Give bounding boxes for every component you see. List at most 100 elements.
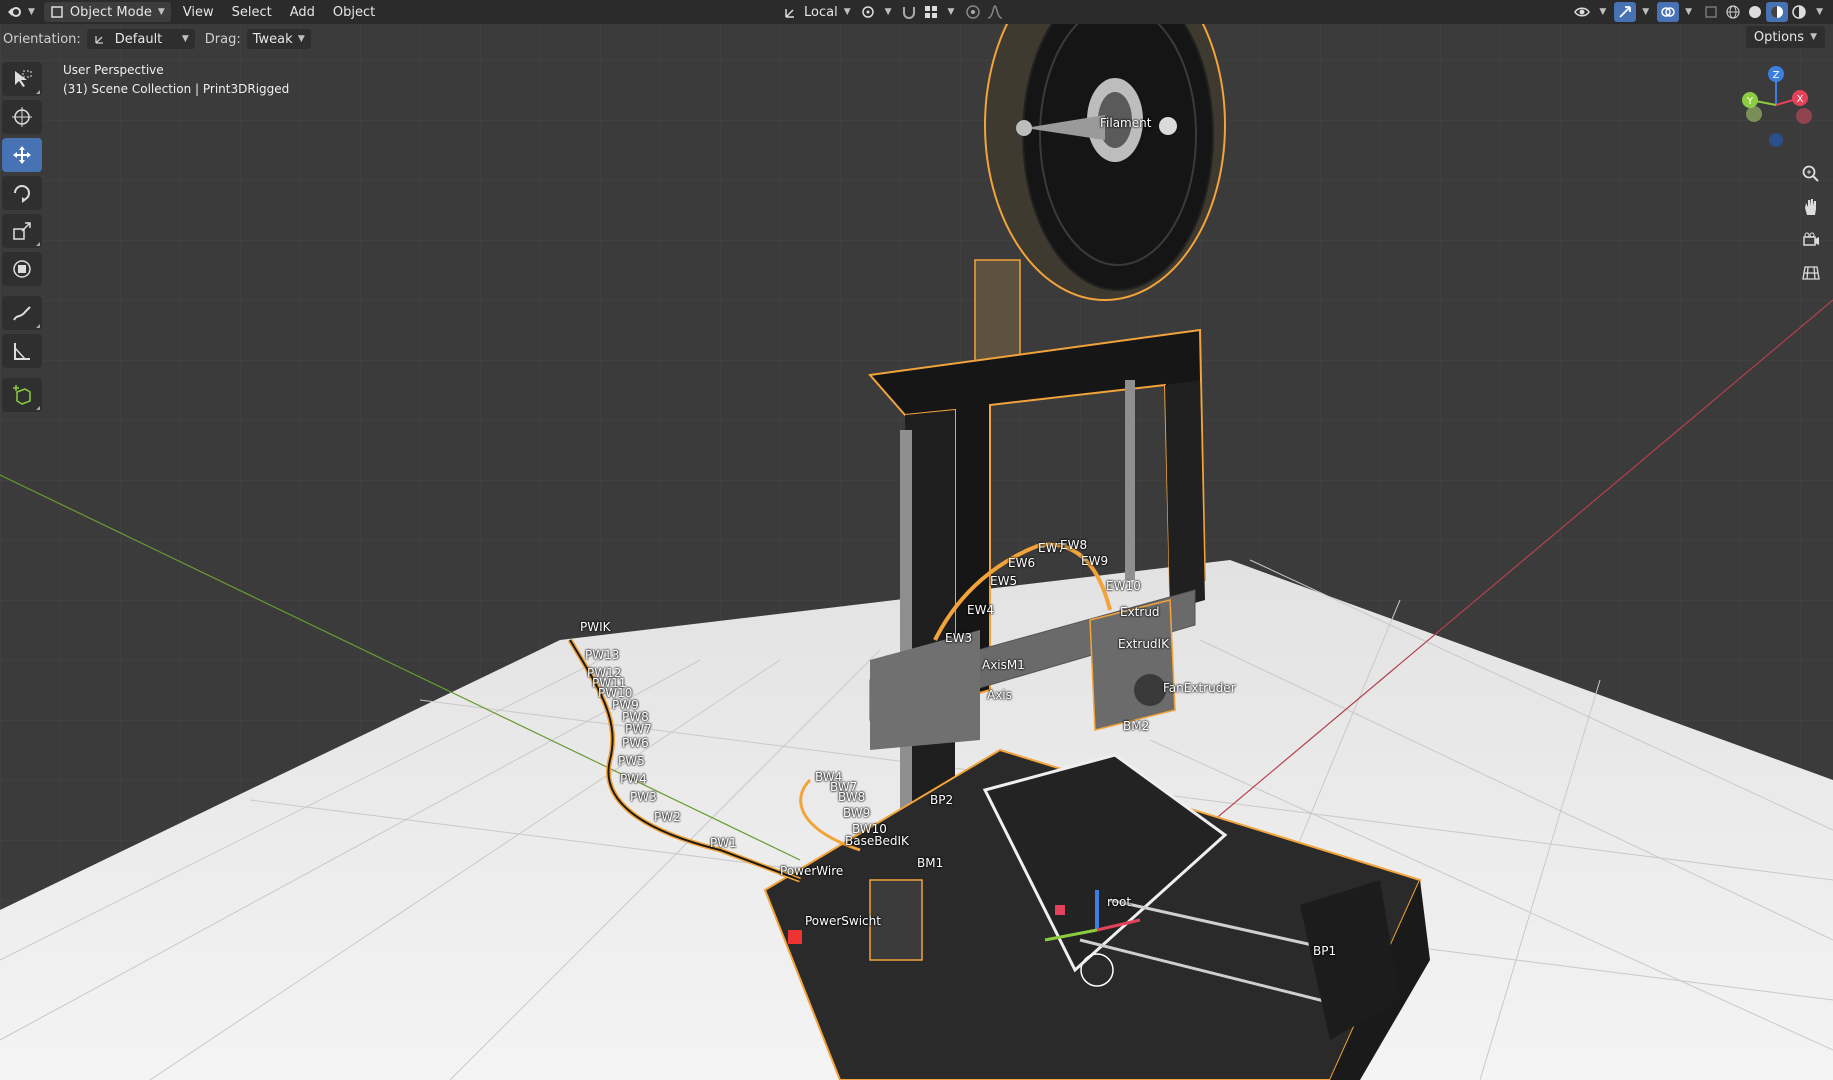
bone-label-bp1[interactable]: BP1 xyxy=(1313,944,1336,958)
bone-label-ew3[interactable]: EW3 xyxy=(945,631,972,645)
pivot-icon xyxy=(861,6,874,18)
bone-label-basebedik[interactable]: BaseBedIK xyxy=(845,834,909,848)
snap-target-button[interactable] xyxy=(920,2,942,22)
magnet-icon xyxy=(902,7,915,19)
bone-label-fanextruder[interactable]: FanExtruder xyxy=(1163,681,1236,695)
tool-measure[interactable] xyxy=(2,334,42,368)
chevron-down-icon: ▼ xyxy=(157,7,165,17)
tool-move[interactable] xyxy=(2,138,42,172)
bone-label-axism1[interactable]: AxisM1 xyxy=(982,658,1025,672)
chevron-down-icon: ▼ xyxy=(1816,7,1823,17)
transform-icon xyxy=(13,260,31,278)
bone-label-pwik[interactable]: PWIK xyxy=(580,620,611,634)
snap-toggle[interactable] xyxy=(898,2,920,22)
bone-label-root[interactable]: root xyxy=(1107,895,1131,909)
tool-annotate[interactable] xyxy=(2,296,42,330)
shading-material[interactable] xyxy=(1766,2,1789,22)
zoom-button[interactable] xyxy=(1797,160,1825,188)
material-sphere-icon xyxy=(1771,6,1784,18)
overlays-toggle[interactable] xyxy=(1657,2,1680,22)
local-orientation-icon xyxy=(785,9,794,18)
chevron-down-icon: ▼ xyxy=(28,7,35,17)
bone-label-powerswicht[interactable]: PowerSwicht xyxy=(805,914,881,928)
tool-transform[interactable] xyxy=(2,252,42,286)
xray-toggle[interactable] xyxy=(1700,2,1722,22)
bone-label-pw2[interactable]: PW2 xyxy=(654,810,681,824)
bone-label-bm2[interactable]: BM2 xyxy=(1123,719,1149,733)
grid-icon xyxy=(1802,266,1820,280)
orientation-select[interactable]: Default ▼ xyxy=(86,29,195,49)
camera-view-button[interactable] xyxy=(1797,226,1825,254)
bone-label-extrud[interactable]: Extrud xyxy=(1120,605,1160,619)
overlays-icon xyxy=(1661,7,1675,17)
orientation-default-value: Default xyxy=(114,31,163,47)
menu-view[interactable]: View xyxy=(174,5,223,20)
drag-value: Tweak xyxy=(252,31,293,47)
bone-label-ew5[interactable]: EW5 xyxy=(990,574,1017,588)
drag-select[interactable]: Tweak ▼ xyxy=(246,29,311,49)
editor-type-button[interactable]: ▼ xyxy=(0,2,41,22)
bone-label-ew8[interactable]: EW8 xyxy=(1060,538,1087,552)
bone-label-bw8[interactable]: BW8 xyxy=(838,790,865,804)
move-icon xyxy=(13,146,31,164)
visibility-button[interactable] xyxy=(1571,2,1593,22)
bone-label-axis[interactable]: Axis xyxy=(987,688,1012,702)
transform-orientation-select[interactable]: Local ▼ xyxy=(778,2,857,22)
tool-cursor[interactable] xyxy=(2,100,42,134)
bone-label-powerwire[interactable]: PowerWire xyxy=(780,864,843,878)
bone-label-ew10[interactable]: EW10 xyxy=(1106,579,1141,593)
tool-select-box[interactable] xyxy=(2,62,42,96)
falloff-curve-icon xyxy=(988,5,1003,19)
pivot-point-button[interactable] xyxy=(857,2,879,22)
bone-label-pw7[interactable]: PW7 xyxy=(625,722,652,736)
mode-label: Object Mode xyxy=(69,4,152,20)
navigation-controls xyxy=(1797,160,1825,292)
bone-label-pw3[interactable]: PW3 xyxy=(630,790,657,804)
gizmo-toggle[interactable] xyxy=(1614,2,1637,22)
menu-object[interactable]: Object xyxy=(324,5,384,20)
bone-label-ew4[interactable]: EW4 xyxy=(967,603,994,617)
bone-label-ew9[interactable]: EW9 xyxy=(1081,554,1108,568)
proportional-edit-icon xyxy=(966,5,981,19)
bone-label-filament[interactable]: Filament xyxy=(1100,116,1151,130)
shading-wireframe[interactable] xyxy=(1722,2,1744,22)
menu-select[interactable]: Select xyxy=(223,5,281,20)
options-button[interactable]: Options ▼ xyxy=(1745,26,1825,48)
bone-label-bw9[interactable]: BW9 xyxy=(843,806,870,820)
menu-add[interactable]: Add xyxy=(281,5,324,20)
chevron-down-icon: ▼ xyxy=(884,7,892,17)
tool-rotate[interactable] xyxy=(2,176,42,210)
bone-label-pw1[interactable]: PW1 xyxy=(710,836,737,850)
eye-icon xyxy=(1574,7,1591,17)
bone-label-bm1[interactable]: BM1 xyxy=(917,856,943,870)
bone-label-ew6[interactable]: EW6 xyxy=(1008,556,1035,570)
tool-add-cube[interactable] xyxy=(2,378,42,412)
ortho-toggle-button[interactable] xyxy=(1797,259,1825,287)
shading-rendered[interactable] xyxy=(1788,2,1810,22)
gizmo-icon xyxy=(1619,6,1632,18)
drag-label: Drag: xyxy=(204,31,241,47)
chevron-down-icon: ▼ xyxy=(1685,7,1693,17)
chevron-down-icon: ▼ xyxy=(1642,7,1650,17)
viewport-perspective-label: User Perspective xyxy=(63,63,164,77)
mode-select[interactable]: Object Mode ▼ xyxy=(43,2,171,22)
proportional-edit-toggle[interactable] xyxy=(962,2,984,22)
3d-viewport[interactable]: Z X Y xyxy=(0,0,1833,1080)
chevron-down-icon: ▼ xyxy=(297,34,305,44)
solid-sphere-icon xyxy=(1749,6,1762,18)
falloff-button[interactable] xyxy=(984,2,1006,22)
bone-label-extrudik[interactable]: ExtrudIK xyxy=(1118,637,1169,651)
pan-button[interactable] xyxy=(1797,193,1825,221)
orientation-icon xyxy=(95,36,103,44)
shading-solid[interactable] xyxy=(1744,2,1766,22)
toolbar xyxy=(2,62,44,416)
bone-label-pw4[interactable]: PW4 xyxy=(620,772,647,786)
bone-label-bp2[interactable]: BP2 xyxy=(930,793,953,807)
editor-type-icon xyxy=(8,7,21,17)
bone-label-pw13[interactable]: PW13 xyxy=(585,648,619,662)
chevron-down-icon: ▼ xyxy=(843,7,851,17)
tool-scale[interactable] xyxy=(2,214,42,248)
bone-label-pw5[interactable]: PW5 xyxy=(618,754,645,768)
add-cube-icon xyxy=(13,385,31,405)
bone-label-pw6[interactable]: PW6 xyxy=(622,736,649,750)
